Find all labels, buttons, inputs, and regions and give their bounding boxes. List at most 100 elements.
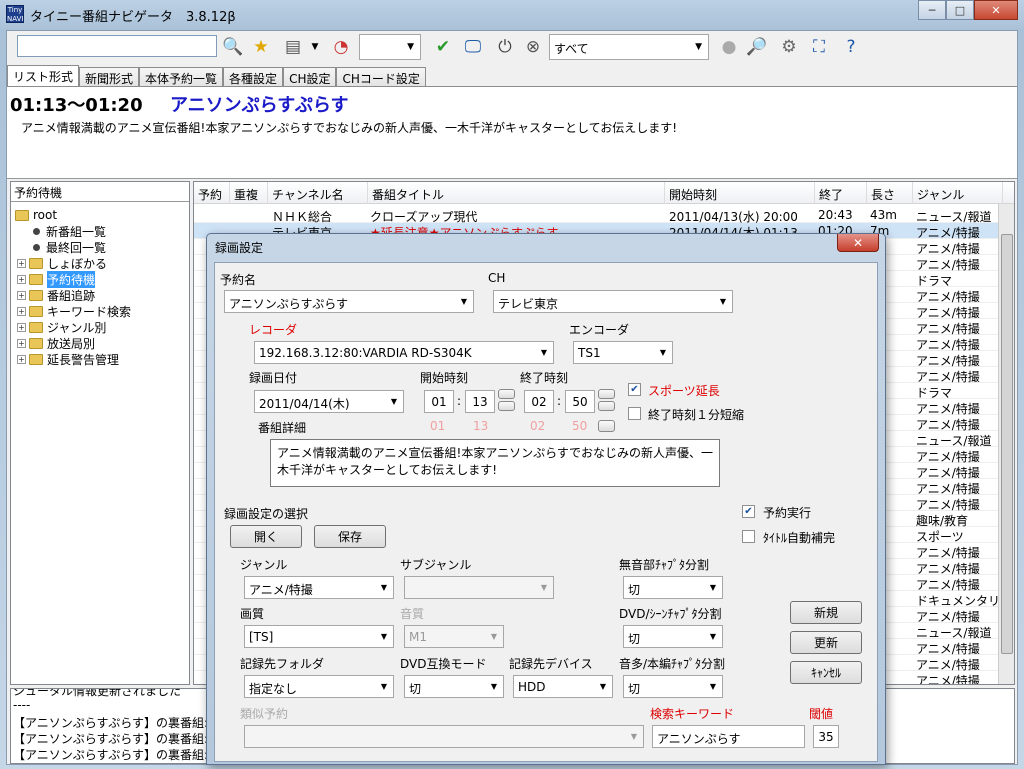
date-label: 録画日付 xyxy=(249,371,298,385)
subgenre-label: サブジャンル xyxy=(400,558,472,572)
tree-item-waiting[interactable]: + 予約待機 xyxy=(17,270,96,288)
column-length[interactable]: 長さ xyxy=(867,182,913,204)
list-scrollbar[interactable] xyxy=(998,204,1014,684)
dvd-compat-select[interactable]: 切 ▼ xyxy=(404,675,504,698)
save-preset-button[interactable]: 保存 xyxy=(314,525,386,548)
audio-select[interactable]: M1 ▼ xyxy=(404,625,504,648)
favorite-star-icon[interactable]: ★ xyxy=(249,35,273,59)
new-button[interactable]: 新規 xyxy=(790,601,862,624)
sports-extension-checkbox[interactable]: ✔ xyxy=(628,383,641,396)
help-icon[interactable]: ? xyxy=(839,35,863,59)
search-input[interactable] xyxy=(17,35,217,57)
tab-list[interactable]: リスト形式 xyxy=(7,65,80,87)
dvd-scene-select[interactable]: 切 ▼ xyxy=(623,625,723,648)
expand-icon[interactable]: + xyxy=(17,290,26,300)
cancel-button[interactable]: ｷｬﾝｾﾙ xyxy=(790,661,862,684)
end-minute-input[interactable]: 50 xyxy=(565,390,595,413)
scrollbar-thumb[interactable] xyxy=(1001,234,1013,654)
clock-icon[interactable]: ◔ xyxy=(329,35,353,59)
expand-icon[interactable]: + xyxy=(17,306,26,316)
quality-label: 画質 xyxy=(240,607,265,621)
chevron-down-icon: ▼ xyxy=(719,297,726,306)
tree-item-new-programs[interactable]: 新番組一覧 xyxy=(33,223,106,239)
column-title[interactable]: 番組タイトル xyxy=(368,182,665,204)
program-detail-text[interactable]: アニメ情報満載のアニメ宣伝番組!本家アニソンぷらすでおなじみの新人声優、一木千洋… xyxy=(270,439,720,487)
column-duplicate[interactable]: 重複 xyxy=(230,182,268,204)
power-icon[interactable]: ⏻ xyxy=(493,35,517,59)
expand-icon[interactable]: + xyxy=(17,354,26,364)
end-spin-up[interactable] xyxy=(598,389,615,399)
similar-select[interactable]: ▼ xyxy=(244,725,644,748)
cancel-circle-icon[interactable]: ⊗ xyxy=(521,35,545,59)
date-select[interactable]: 2011/04/14(木) ▼ xyxy=(254,390,404,413)
start-spin-down[interactable] xyxy=(498,401,515,411)
execute-reservation-checkbox[interactable]: ✔ xyxy=(742,505,755,518)
device-select[interactable]: HDD ▼ xyxy=(513,675,613,698)
close-button[interactable]: ✕ xyxy=(974,0,1018,20)
check-icon[interactable]: ✔ xyxy=(431,35,455,59)
start-spin-up[interactable] xyxy=(498,389,515,399)
column-genre[interactable]: ジャンル xyxy=(913,182,1003,204)
subgenre-select[interactable]: ▼ xyxy=(404,576,554,599)
genre-select[interactable]: アニメ/特撮 ▼ xyxy=(244,576,394,599)
tab-reservations[interactable]: 本体予約一覧 xyxy=(139,67,224,87)
recorder-select[interactable]: 192.168.3.12:80:VARDIA RD-S304K ▼ xyxy=(254,341,554,364)
view-list-icon[interactable]: ▤ xyxy=(281,35,305,59)
open-preset-button[interactable]: 開く xyxy=(230,525,302,548)
filter-select[interactable]: すべて ▼ xyxy=(549,34,709,60)
channel-select[interactable]: テレビ東京 ▼ xyxy=(493,290,733,313)
tab-ch-settings[interactable]: CH設定 xyxy=(283,67,337,87)
folder-select[interactable]: 指定なし ▼ xyxy=(244,675,394,698)
bullet-icon xyxy=(33,243,40,251)
expand-icon[interactable]: + xyxy=(17,322,26,332)
program-name-select[interactable]: アニソンぷらすぷらす ▼ xyxy=(224,290,474,313)
chevron-down-icon: ▼ xyxy=(380,583,387,592)
fullscreen-icon[interactable]: ⛶ xyxy=(807,35,831,59)
end-spin-down[interactable] xyxy=(598,401,615,411)
shorten-end-checkbox[interactable] xyxy=(628,407,641,420)
tab-settings[interactable]: 各種設定 xyxy=(223,67,284,87)
table-row[interactable]: ＮＨＫ総合 クローズアップ現代 2011/04/13(水) 20:00 20:4… xyxy=(194,207,1000,224)
tree-item-syobocal[interactable]: + しょぼかる xyxy=(17,255,107,271)
zoom-icon[interactable]: 🔎 xyxy=(745,35,769,59)
tab-ch-code-settings[interactable]: CHコード設定 xyxy=(336,67,426,87)
tree-item-keyword-search[interactable]: + キーワード検索 xyxy=(17,303,131,319)
maximize-button[interactable]: □ xyxy=(946,0,974,20)
start-hour-input[interactable]: 01 xyxy=(424,390,454,413)
threshold-input[interactable]: 35 xyxy=(813,725,839,748)
similar-label: 類似予約 xyxy=(240,707,289,721)
tree-item-by-station[interactable]: + 放送局別 xyxy=(17,335,95,351)
tab-newspaper[interactable]: 新聞形式 xyxy=(79,67,140,87)
tree-item-extension-warning[interactable]: + 延長警告管理 xyxy=(17,351,119,367)
auto-title-checkbox[interactable] xyxy=(742,530,755,543)
gear-icon[interactable]: ⚙ xyxy=(777,35,801,59)
tree-item-tracking[interactable]: + 番組追跡 xyxy=(17,287,95,303)
keyword-input[interactable]: アニソンぷらす xyxy=(652,725,805,748)
tree-item-final-episodes[interactable]: 最終回一覧 xyxy=(33,239,106,255)
monitor-icon[interactable]: 🖵 xyxy=(461,35,485,59)
update-button[interactable]: 更新 xyxy=(790,631,862,654)
column-reserve[interactable]: 予約 xyxy=(194,182,230,204)
dialog-close-button[interactable]: ✕ xyxy=(837,234,879,252)
expand-icon[interactable]: + xyxy=(17,258,26,268)
toolbar-combo[interactable]: ▼ xyxy=(359,34,421,60)
quality-select[interactable]: [TS] ▼ xyxy=(244,625,394,648)
tree-item-by-genre[interactable]: + ジャンル別 xyxy=(17,319,106,335)
start-minute-input[interactable]: 13 xyxy=(465,390,495,413)
column-end[interactable]: 終了 xyxy=(815,182,867,204)
view-dropdown-icon[interactable]: ▼ xyxy=(303,35,327,59)
expand-icon[interactable]: + xyxy=(17,338,26,348)
orig-time-button[interactable] xyxy=(598,420,615,432)
column-channel[interactable]: チャンネル名 xyxy=(268,182,368,204)
multi-audio-select[interactable]: 切 ▼ xyxy=(623,675,723,698)
expand-icon[interactable]: + xyxy=(17,274,26,284)
title-bar[interactable]: Tiny NAVI タイニー番組ナビゲータ 3.8.12β ─ □ ✕ xyxy=(0,0,1024,30)
silent-chapter-select[interactable]: 切 ▼ xyxy=(623,576,723,599)
encoder-select[interactable]: TS1 ▼ xyxy=(573,341,673,364)
minimize-button[interactable]: ─ xyxy=(918,0,946,20)
tree-root[interactable]: root xyxy=(15,207,57,223)
column-start[interactable]: 開始時刻 xyxy=(665,182,815,204)
program-title: アニソンぷらすぷらす xyxy=(170,95,349,116)
search-icon[interactable]: 🔍 xyxy=(221,35,245,59)
end-hour-input[interactable]: 02 xyxy=(524,390,554,413)
